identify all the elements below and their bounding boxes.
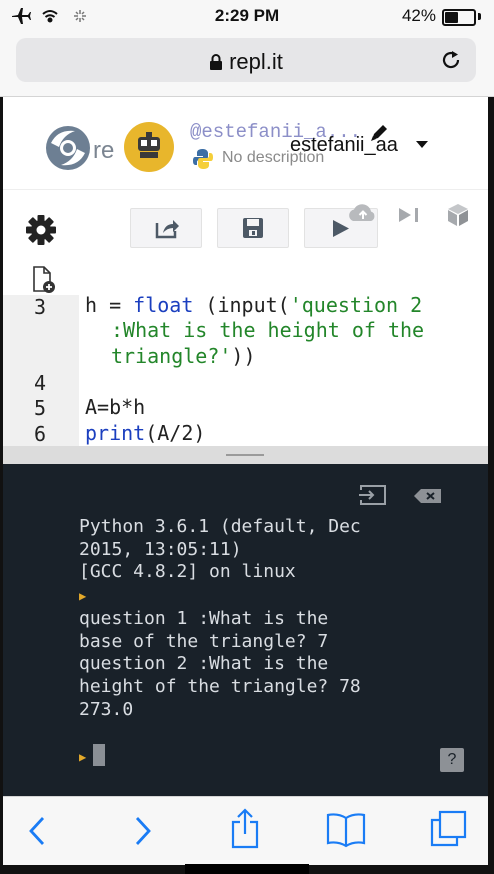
- chevron-down-icon[interactable]: [416, 141, 428, 149]
- code-token: (input(: [193, 293, 290, 317]
- replit-logo-icon[interactable]: [43, 123, 93, 173]
- console[interactable]: Python 3.6.1 (default, Dec 2015, 13:05:1…: [3, 464, 488, 796]
- console-line: 2015, 13:05:11): [79, 538, 242, 560]
- editor-toolbar: [3, 189, 488, 262]
- settings-gear-icon[interactable]: [25, 214, 57, 246]
- code-line-3[interactable]: h = float (input('question 2: [85, 293, 422, 317]
- code-string: triangle?': [111, 344, 232, 368]
- console-line: Python 3.6.1 (default, Dec: [79, 516, 361, 537]
- share-icon[interactable]: [229, 807, 261, 849]
- address-bar[interactable]: repl.it: [16, 38, 476, 82]
- line-number-gutter: 3 4 5 6: [3, 295, 79, 446]
- console-line: question 1 :What is the: [79, 607, 329, 629]
- repl-header: re @estefanii_a... estefanii_aa No descr…: [3, 97, 488, 189]
- help-button[interactable]: ?: [440, 748, 464, 772]
- battery-percent: 42%: [401, 6, 436, 25]
- status-bar: 2:29 PM 42%: [0, 0, 494, 32]
- console-line: base of the triangle? 7: [79, 630, 329, 652]
- reload-icon[interactable]: [440, 49, 462, 71]
- code-editor[interactable]: 3 4 5 6 h = float (input('question 2 :Wh…: [3, 261, 488, 446]
- code-token: float: [133, 293, 194, 317]
- share-button[interactable]: [130, 208, 202, 248]
- code-line-6[interactable]: print(A/2): [85, 421, 205, 445]
- code-line-5[interactable]: A=b*h: [85, 395, 145, 419]
- code-token: print: [85, 421, 146, 445]
- line-number: 6: [33, 422, 46, 446]
- bookmarks-icon[interactable]: [325, 812, 367, 848]
- lock-icon: [210, 54, 223, 70]
- clear-console-icon[interactable]: [413, 488, 443, 504]
- new-file-icon[interactable]: [31, 266, 57, 294]
- battery-icon: [442, 9, 476, 26]
- console-line: [GCC 4.8.2] on linux: [79, 561, 296, 583]
- console-line: question 2 :What is the: [79, 653, 329, 675]
- logo-text: re: [93, 137, 115, 164]
- avatar[interactable]: [124, 122, 174, 172]
- console-line: height of the triangle? 78: [79, 675, 361, 697]
- prompt-arrow-icon: ▶: [79, 750, 87, 765]
- battery-nub: [478, 13, 481, 20]
- browser-toolbar: repl.it: [0, 32, 494, 97]
- line-number: 4: [33, 371, 46, 395]
- step-forward-icon[interactable]: [397, 206, 425, 224]
- save-disk-icon: [243, 218, 263, 238]
- cube-package-icon[interactable]: [445, 202, 471, 228]
- cloud-upload-icon[interactable]: [346, 201, 380, 225]
- line-number: 3: [33, 295, 46, 319]
- pane-resize-handle[interactable]: [3, 446, 488, 464]
- code-token: h =: [85, 293, 134, 317]
- console-line: 273.0: [79, 698, 134, 720]
- console-output: Python 3.6.1 (default, Dec 2015, 13:05:1…: [79, 516, 361, 769]
- save-button[interactable]: [217, 208, 289, 248]
- code-line-3-wrap[interactable]: :What is the height of the: [111, 318, 424, 342]
- pencil-icon[interactable]: [368, 122, 390, 144]
- prompt-arrow-icon: ▶: [79, 589, 87, 604]
- robot-icon: [138, 132, 160, 158]
- code-line-3-wrap[interactable]: triangle?')): [111, 344, 256, 368]
- tabs-icon[interactable]: [428, 809, 468, 849]
- resize-grip: [226, 454, 264, 456]
- address-text[interactable]: repl.it: [16, 49, 476, 75]
- code-token: )): [231, 344, 256, 368]
- share-icon: [155, 220, 179, 239]
- python-icon: [193, 149, 213, 169]
- forward-icon[interactable]: [131, 815, 155, 847]
- console-input-icon[interactable]: [358, 484, 388, 506]
- repl-description[interactable]: No description: [222, 149, 324, 167]
- code-string: 'question 2: [289, 293, 423, 317]
- text-cursor[interactable]: [93, 744, 106, 767]
- url-label: repl.it: [229, 49, 283, 74]
- code-token: (A/2): [145, 421, 206, 445]
- home-indicator: [185, 864, 309, 874]
- line-number: 5: [33, 396, 46, 420]
- back-icon[interactable]: [25, 815, 49, 847]
- safari-bottom-toolbar: [3, 796, 488, 865]
